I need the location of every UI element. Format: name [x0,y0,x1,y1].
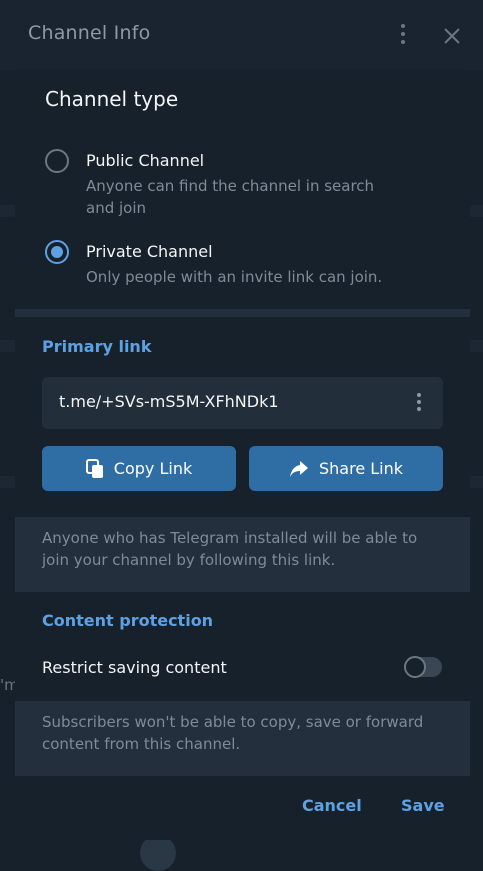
section-divider [15,309,470,317]
primary-link-info-band: Anyone who has Telegram installed will b… [15,517,470,592]
content-protection-info: Subscribers won't be able to copy, save … [42,713,424,753]
more-vertical-icon[interactable] [397,24,409,48]
radio-option-public[interactable]: Public Channel Anyone can find the chann… [15,147,470,227]
radio-description-private: Only people with an invite link can join… [86,268,383,286]
copy-link-label: Copy Link [113,459,193,478]
primary-link-info: Anyone who has Telegram installed will b… [42,529,418,569]
copy-icon [85,458,103,478]
radio-description-public: Anyone can find the channel in search an… [86,177,375,217]
invite-link-field[interactable]: t.me/+SVs-mS5M-XFhNDk1 [42,377,443,429]
restrict-saving-label: Restrict saving content [42,658,227,677]
background-title: Channel Info [28,22,151,44]
share-link-label: Share Link [318,459,404,478]
radio-button-private[interactable] [45,240,69,264]
share-arrow-icon [289,460,308,477]
cancel-button[interactable]: Cancel [302,796,362,815]
toggle-knob [404,656,426,678]
radio-selected-dot [51,246,63,258]
radio-label-private: Private Channel [86,242,213,261]
copy-link-button[interactable]: Copy Link [42,446,236,491]
save-button[interactable]: Save [401,796,445,815]
share-link-button[interactable]: Share Link [249,446,443,491]
dialog-title: Channel type [45,87,179,111]
restrict-saving-toggle[interactable] [404,656,442,678]
primary-link-title: Primary link [42,337,152,356]
invite-link-text[interactable]: t.me/+SVs-mS5M-XFhNDk1 [59,392,279,411]
background-header: Channel Info [0,0,483,70]
radio-option-private[interactable]: Private Channel Only people with an invi… [15,238,470,298]
content-protection-title: Content protection [42,611,214,630]
channel-type-dialog: Channel type Public Channel Anyone can f… [15,69,470,840]
radio-button-public[interactable] [45,149,69,173]
more-vertical-icon[interactable] [415,393,423,415]
radio-label-public: Public Channel [86,151,205,170]
content-protection-info-band: Subscribers won't be able to copy, save … [15,701,470,776]
close-icon[interactable] [440,24,464,48]
background-avatar [140,835,176,871]
